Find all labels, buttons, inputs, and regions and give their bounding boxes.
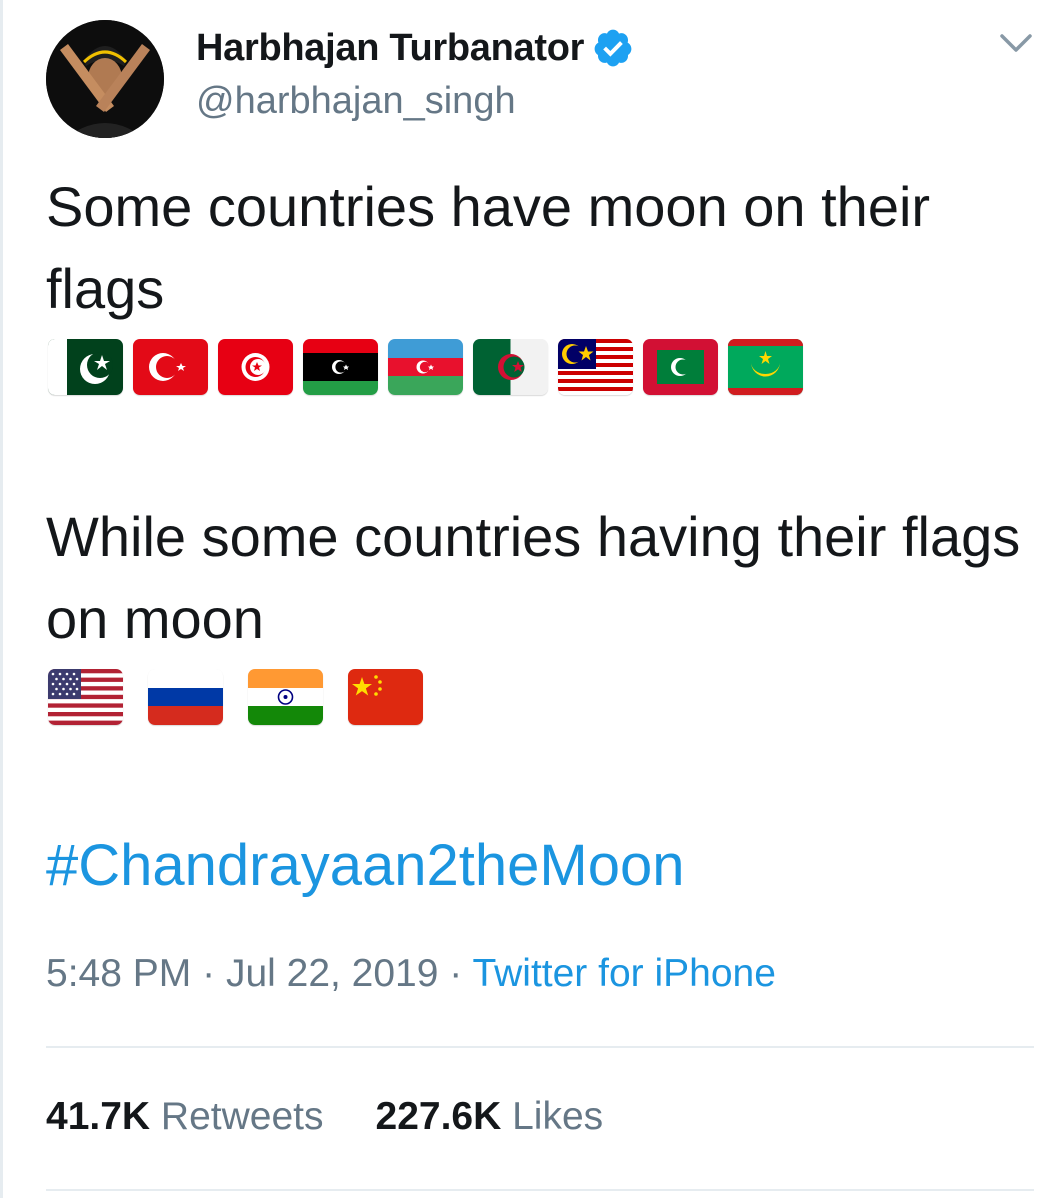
india-flag bbox=[248, 669, 323, 725]
pakistan-flag bbox=[48, 339, 123, 395]
left-border bbox=[0, 0, 3, 1198]
author-handle[interactable]: @harbhajan_singh bbox=[196, 80, 516, 123]
likes-count: 227.6K bbox=[375, 1095, 502, 1138]
algeria-flag bbox=[473, 339, 548, 395]
divider bbox=[46, 1189, 1034, 1191]
verified-badge-icon bbox=[594, 29, 632, 67]
chevron-down-icon[interactable] bbox=[996, 28, 1036, 58]
azerbaijan-flag bbox=[388, 339, 463, 395]
libya-flag bbox=[303, 339, 378, 395]
flag-row-moon-on-flags bbox=[48, 339, 803, 395]
tweet-stats: 41.7K Retweets 227.6K Likes bbox=[46, 1095, 603, 1139]
tweet-meta: 5:48 PM · Jul 22, 2019 · Twitter for iPh… bbox=[46, 952, 776, 996]
tunisia-flag bbox=[218, 339, 293, 395]
retweets-label: Retweets bbox=[160, 1095, 324, 1138]
china-flag bbox=[348, 669, 423, 725]
tweet-text-part1: Some countries have moon on their flags bbox=[46, 175, 931, 320]
retweets-stat[interactable]: 41.7K Retweets bbox=[46, 1095, 324, 1138]
hashtag-link[interactable]: #Chandrayaan2theMoon bbox=[46, 832, 684, 899]
tweet-date: Jul 22, 2019 bbox=[225, 952, 439, 995]
maldives-flag bbox=[643, 339, 718, 395]
avatar[interactable] bbox=[46, 20, 164, 138]
usa-flag bbox=[48, 669, 123, 725]
flag-row-flags-on-moon bbox=[48, 669, 423, 725]
turkey-flag bbox=[133, 339, 208, 395]
divider bbox=[46, 1046, 1034, 1048]
likes-label: Likes bbox=[512, 1095, 604, 1138]
likes-stat[interactable]: 227.6K Likes bbox=[376, 1095, 604, 1138]
display-name[interactable]: Harbhajan Turbanator bbox=[196, 27, 584, 70]
avatar-photo bbox=[46, 20, 164, 138]
meta-separator: · bbox=[202, 952, 216, 995]
retweets-count: 41.7K bbox=[46, 1095, 151, 1138]
tweet-time: 5:48 PM bbox=[46, 952, 192, 995]
author-name-row[interactable]: Harbhajan Turbanator bbox=[196, 24, 634, 72]
mauritania-flag bbox=[728, 339, 803, 395]
russia-flag bbox=[148, 669, 223, 725]
tweet-source-link[interactable]: Twitter for iPhone bbox=[472, 952, 775, 995]
malaysia-flag bbox=[558, 339, 633, 395]
meta-separator: · bbox=[449, 952, 463, 995]
tweet-text-part2: While some countries having their flags … bbox=[46, 505, 1021, 650]
